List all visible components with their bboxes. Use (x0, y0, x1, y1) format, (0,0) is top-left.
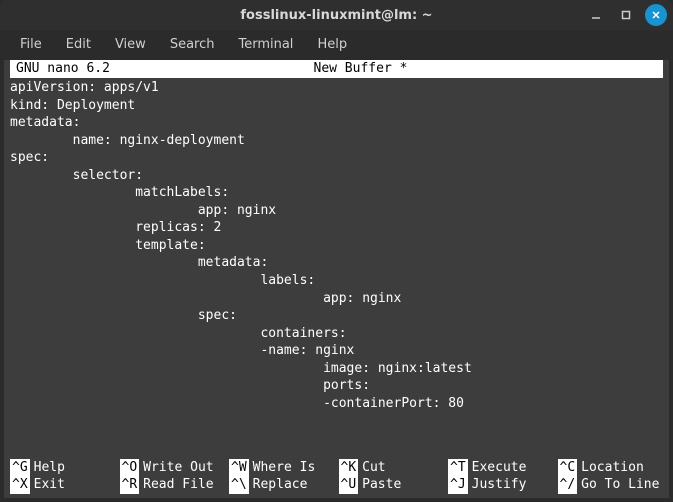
label-cut: Cut (362, 459, 385, 477)
shortcut-cut: ^KCut (339, 459, 445, 477)
shortcut-exit: ^XExit (10, 476, 116, 494)
label-writeout: Write Out (143, 459, 213, 477)
shortcut-readfile: ^RRead File (120, 476, 226, 494)
label-location: Location (581, 459, 644, 477)
close-button[interactable] (645, 4, 667, 26)
key-c: ^C (558, 459, 578, 477)
key-w: ^W (229, 459, 249, 477)
menu-help[interactable]: Help (307, 34, 357, 55)
label-execute: Execute (472, 459, 527, 477)
window-title: fosslinux-linuxmint@lm: ~ (240, 8, 432, 23)
menu-terminal[interactable]: Terminal (228, 34, 303, 55)
label-replace: Replace (253, 476, 308, 494)
menu-file[interactable]: File (10, 34, 52, 55)
editor-content[interactable]: apiVersion: apps/v1 kind: Deployment met… (10, 78, 663, 459)
key-backslash: ^\ (229, 476, 249, 494)
key-r: ^R (120, 476, 140, 494)
terminal-window: fosslinux-linuxmint@lm: ~ File Edit View… (0, 0, 673, 502)
label-gotoline: Go To Line (581, 476, 659, 494)
label-help: Help (34, 459, 65, 477)
key-t: ^T (448, 459, 468, 477)
label-paste: Paste (362, 476, 401, 494)
shortcut-whereis: ^WWhere Is (229, 459, 335, 477)
menu-view[interactable]: View (105, 34, 156, 55)
label-exit: Exit (34, 476, 65, 494)
shortcut-paste: ^UPaste (339, 476, 445, 494)
menu-search[interactable]: Search (160, 34, 225, 55)
label-readfile: Read File (143, 476, 213, 494)
shortcut-writeout: ^OWrite Out (120, 459, 226, 477)
minimize-button[interactable] (585, 4, 607, 26)
menu-edit[interactable]: Edit (56, 34, 101, 55)
shortcut-location: ^CLocation (558, 459, 664, 477)
nano-app-name: GNU nano 6.2 (12, 60, 110, 78)
key-k: ^K (339, 459, 359, 477)
key-g: ^G (10, 459, 30, 477)
nano-header: GNU nano 6.2 New Buffer * (10, 60, 663, 78)
key-j: ^J (448, 476, 468, 494)
key-slash: ^/ (558, 476, 578, 494)
titlebar: fosslinux-linuxmint@lm: ~ (0, 0, 673, 30)
maximize-icon (620, 9, 632, 21)
shortcut-justify: ^JJustify (448, 476, 554, 494)
shortcut-help: ^GHelp (10, 459, 116, 477)
label-whereis: Where Is (253, 459, 316, 477)
terminal-area[interactable]: GNU nano 6.2 New Buffer * apiVersion: ap… (0, 58, 673, 502)
close-icon (650, 9, 662, 21)
minimize-icon (590, 9, 602, 21)
label-justify: Justify (472, 476, 527, 494)
shortcut-gotoline: ^/Go To Line (558, 476, 664, 494)
key-u: ^U (339, 476, 359, 494)
key-o: ^O (120, 459, 140, 477)
menubar: File Edit View Search Terminal Help (0, 30, 673, 58)
nano-buffer-name: New Buffer * (110, 60, 611, 78)
shortcut-execute: ^TExecute (448, 459, 554, 477)
nano-shortcuts: ^GHelp ^OWrite Out ^WWhere Is ^KCut ^TEx… (10, 459, 663, 494)
shortcut-replace: ^\Replace (229, 476, 335, 494)
window-controls (585, 4, 667, 26)
key-x: ^X (10, 476, 30, 494)
maximize-button[interactable] (615, 4, 637, 26)
